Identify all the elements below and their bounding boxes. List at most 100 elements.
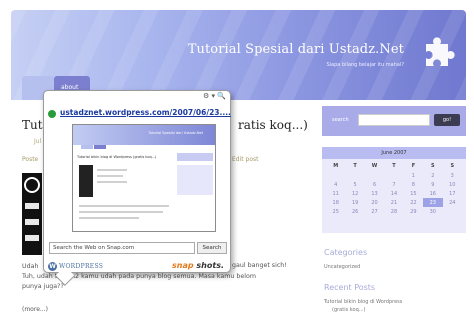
post-title-start[interactable]: Tut — [22, 118, 43, 132]
calendar-week: 18 19 20 21 22 23 24 — [326, 198, 462, 207]
calendar-day[interactable]: 3 — [443, 171, 462, 180]
calendar-day — [443, 207, 462, 216]
calendar-day[interactable]: 17 — [443, 189, 462, 198]
calendar-day[interactable]: 13 — [365, 189, 384, 198]
calendar-day[interactable]: 27 — [365, 207, 384, 216]
calendar-day[interactable]: 14 — [384, 189, 403, 198]
calendar-day[interactable]: 20 — [365, 198, 384, 207]
calendar-day[interactable]: 11 — [326, 189, 345, 198]
calendar-week: 4 5 6 7 8 9 10 — [326, 180, 462, 189]
preview-post-title: Tutorial bikin blog di Wordpress (gratis… — [77, 155, 157, 159]
calendar-day-header: W — [371, 163, 378, 169]
preview-sidebar-block — [177, 165, 213, 195]
calendar-day[interactable]: 23 — [423, 198, 443, 207]
preview-image — [79, 165, 93, 197]
calendar-day[interactable]: 5 — [345, 180, 364, 189]
calendar-day-header: T — [353, 163, 357, 169]
calendar-day[interactable]: 29 — [404, 207, 423, 216]
image-strip — [25, 203, 39, 209]
calendar-day[interactable]: 7 — [384, 180, 403, 189]
category-link[interactable]: Uncategorized — [324, 264, 360, 270]
calendar-table: M T W T F S S 1 2 3 4 5 6 7 8 9 10 11 12 13 14 15 16 17 1… — [326, 161, 462, 216]
calendar-day[interactable]: 18 — [326, 198, 345, 207]
calendar-day[interactable]: 9 — [423, 180, 442, 189]
snap-brand-word: snap — [172, 261, 194, 270]
post-meta: Poste — [22, 156, 39, 163]
calendar-day-header: T — [392, 163, 396, 169]
wordpress-label: WORDPRESS — [59, 263, 104, 270]
calendar-day[interactable]: 12 — [345, 189, 364, 198]
calendar-day[interactable]: 10 — [443, 180, 462, 189]
wordpress-logo-icon — [24, 177, 40, 193]
calendar-widget: June 2007 M T W T F S S 1 2 3 4 5 6 7 8 9 10 11 12 1… — [322, 147, 466, 233]
calendar-day — [365, 171, 384, 180]
calendar-day[interactable]: 28 — [384, 207, 403, 216]
preview-text-line — [97, 175, 123, 177]
calendar-day[interactable]: 21 — [384, 198, 403, 207]
snap-search-button[interactable]: Search — [197, 242, 227, 254]
preview-nav-tab — [94, 145, 106, 149]
preview-text-line — [79, 205, 169, 207]
calendar-week: 11 12 13 14 15 16 17 — [326, 189, 462, 198]
post-screenshot-image — [22, 173, 42, 255]
snap-shots-logo[interactable]: snap shots. — [172, 261, 224, 270]
site-title[interactable]: Tutorial Spesial dari Ustadz.Net — [188, 42, 404, 57]
calendar-week: 123 — [326, 171, 462, 180]
recent-post-link-cont[interactable]: (gratis koq...) — [332, 307, 365, 313]
calendar-day-header: S — [450, 163, 455, 169]
categories-heading: Categories — [324, 248, 368, 257]
recent-post-link[interactable]: Tutorial bikin blog di Wordpress — [324, 299, 402, 305]
calendar-day[interactable]: 1 — [404, 171, 423, 180]
snap-brand-suffix: shots. — [196, 261, 224, 270]
calendar-day — [326, 171, 345, 180]
calendar-day[interactable]: 2 — [423, 171, 442, 180]
puzzle-logo-icon — [426, 37, 455, 66]
preview-nav-tab — [81, 145, 93, 149]
preview-text-line — [97, 169, 127, 171]
calendar-day-header: M — [333, 163, 339, 169]
site-favicon-icon — [48, 110, 56, 118]
image-strip — [25, 219, 39, 225]
calendar-day[interactable]: 19 — [345, 198, 364, 207]
preview-sidebar-block — [177, 153, 213, 161]
preview-url-link[interactable]: ustadznet.wordpress.com/2007/06/23.... — [60, 108, 231, 117]
calendar-day[interactable]: 4 — [326, 180, 345, 189]
snap-shots-popup: ⚙ ▾ 🔍 ustadznet.wordpress.com/2007/06/23… — [43, 90, 231, 286]
calendar-day — [384, 171, 403, 180]
calendar-day[interactable]: 16 — [423, 189, 442, 198]
preview-header: Tutorial Spesial dari Ustadz.Net — [73, 125, 215, 145]
sidebar-search-button[interactable]: go! — [434, 114, 460, 126]
calendar-week: 25 26 27 28 29 30 — [326, 207, 462, 216]
sidebar-search-input[interactable] — [358, 114, 430, 126]
page-preview-thumbnail[interactable]: Tutorial Spesial dari Ustadz.Net Tutoria… — [72, 124, 216, 232]
post-date: Jul — [34, 138, 42, 145]
preview-site-title: Tutorial Spesial dari Ustadz.Net — [148, 131, 203, 135]
calendar-day[interactable]: 8 — [404, 180, 423, 189]
post-body-line-end: gaul banget sich! — [232, 262, 287, 269]
preview-text-line — [79, 211, 163, 213]
wordpress-icon: W — [48, 262, 57, 271]
calendar-day — [345, 171, 364, 180]
search-label: search — [332, 117, 349, 123]
calendar-day[interactable]: 24 — [443, 198, 462, 207]
sidebar-search: search go! — [322, 106, 466, 136]
calendar-day[interactable]: 22 — [404, 198, 423, 207]
calendar-day[interactable]: 26 — [345, 207, 364, 216]
calendar-day-header: S — [431, 163, 435, 169]
recent-posts-heading: Recent Posts — [324, 283, 376, 292]
calendar-day[interactable]: 6 — [365, 180, 384, 189]
snap-search-input[interactable]: Search the Web on Snap.com — [49, 242, 195, 254]
calendar-day[interactable]: 30 — [423, 207, 442, 216]
calendar-day[interactable]: 25 — [326, 207, 345, 216]
preview-text-line — [97, 181, 127, 183]
calendar-caption: June 2007 — [322, 147, 466, 159]
post-title-end[interactable]: ratis koq...) — [238, 118, 308, 132]
preview-text-line — [79, 217, 139, 219]
popup-options-icon[interactable]: ⚙ ▾ 🔍 — [203, 92, 226, 100]
site-tagline: Siapa bilang belajar itu mahal? — [326, 62, 404, 68]
edit-post-link[interactable]: Edit post — [232, 156, 258, 163]
read-more-link[interactable]: (more...) — [22, 306, 48, 313]
preview-url-row: ustadznet.wordpress.com/2007/06/23.... — [48, 108, 231, 120]
calendar-day[interactable]: 15 — [404, 189, 423, 198]
image-strip — [25, 235, 39, 241]
